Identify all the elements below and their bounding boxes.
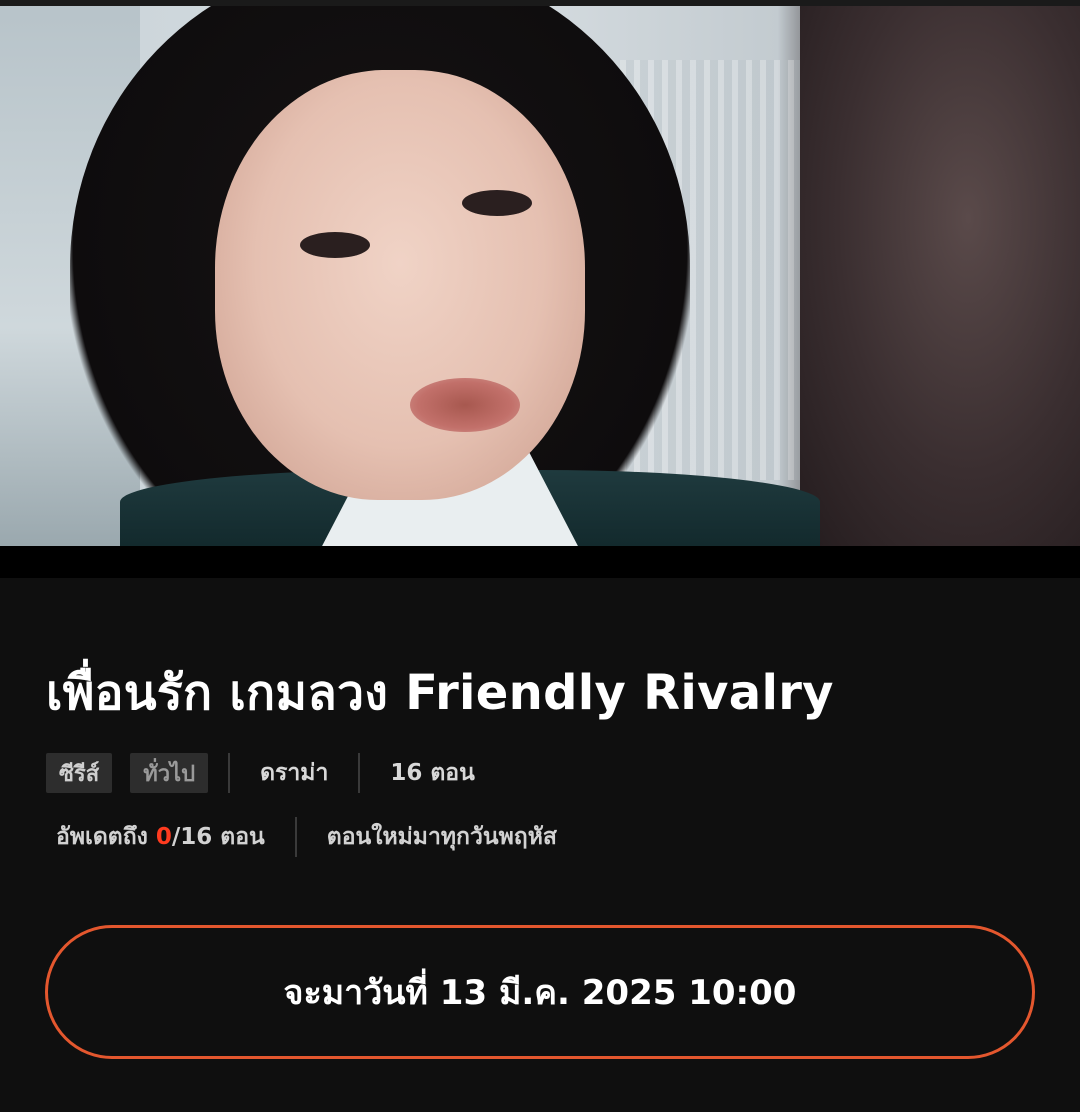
meta-divider	[294, 817, 297, 857]
meta-divider	[228, 753, 231, 793]
series-meta-row: ซีรีส์ ทั่วไป ดราม่า 16 ตอน	[46, 752, 475, 794]
tag-series: ซีรีส์	[46, 753, 113, 793]
coming-soon-button[interactable]: จะมาวันที่ 13 มี.ค. 2025 10:00	[45, 925, 1035, 1059]
foreground-blur	[800, 0, 1080, 546]
character-face	[215, 70, 585, 500]
meta-divider	[358, 753, 361, 793]
character-eye-left	[300, 232, 370, 258]
series-title: เพื่อนรัก เกมลวง Friendly Rivalry	[46, 665, 834, 721]
update-current-count: 0	[155, 824, 172, 850]
character-eye-right	[462, 190, 532, 216]
genre-label: ดราม่า	[260, 760, 329, 786]
update-label: อัพเดตถึง	[56, 824, 156, 850]
hero-bottom-bar	[0, 546, 1080, 578]
hero-top-border	[0, 0, 1080, 6]
coming-soon-label: จะมาวันที่ 13 มี.ค. 2025 10:00	[283, 973, 797, 1013]
update-status-row: อัพเดตถึง 0/16 ตอน ตอนใหม่มาทุกวันพฤหัส	[56, 816, 557, 858]
update-progress: อัพเดตถึง 0/16 ตอน	[56, 819, 265, 855]
update-total-count: /16 ตอน	[171, 824, 265, 850]
series-still-image	[0, 0, 1080, 546]
character-mouth	[410, 378, 520, 432]
tag-general: ทั่วไป	[130, 753, 209, 793]
series-detail-page: เพื่อนรัก เกมลวง Friendly Rivalry ซีรีส์…	[0, 0, 1080, 1112]
episode-count: 16 ตอน	[390, 760, 475, 786]
release-schedule: ตอนใหม่มาทุกวันพฤหัส	[326, 824, 557, 850]
